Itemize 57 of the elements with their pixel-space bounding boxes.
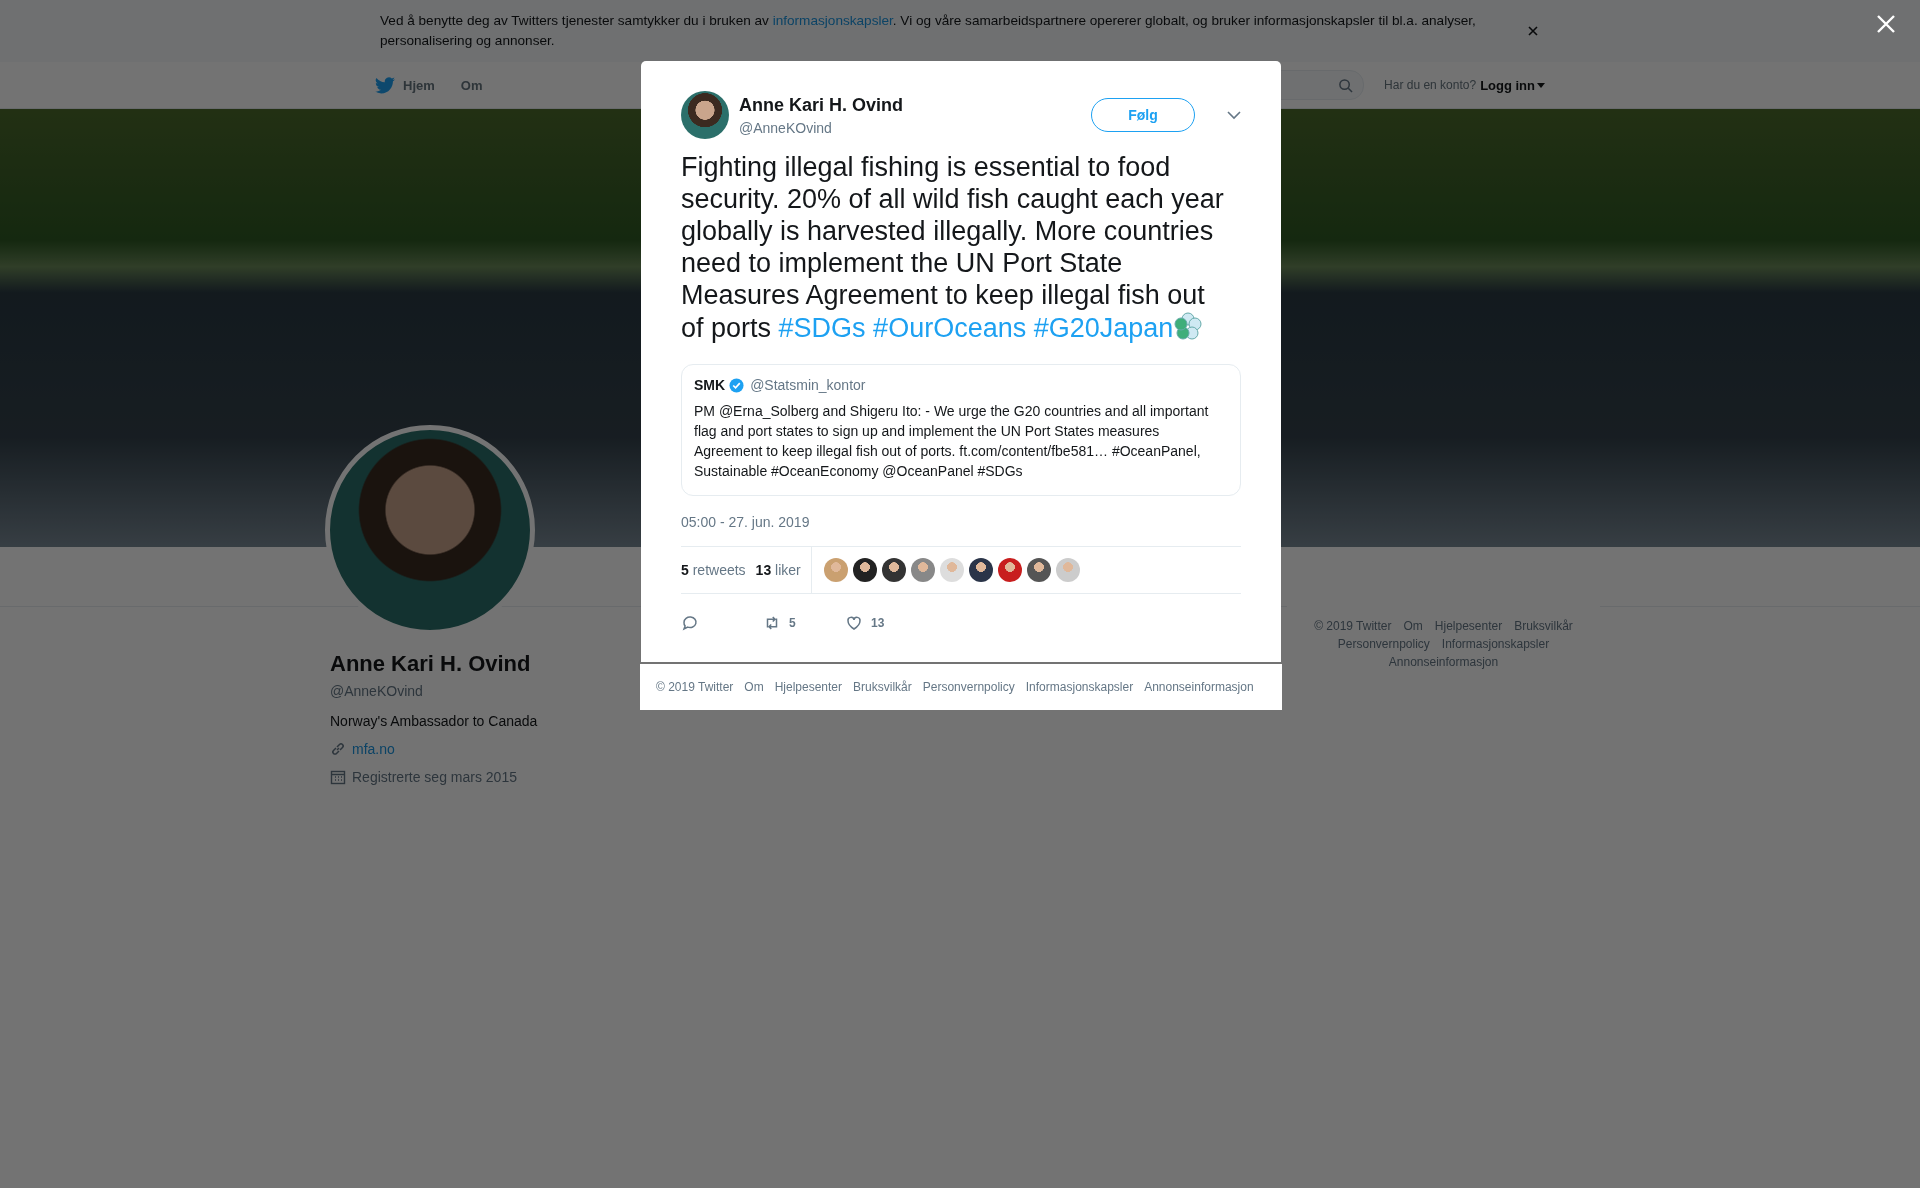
follow-button[interactable]: Følg xyxy=(1091,98,1195,132)
footer-link[interactable]: © 2019 Twitter xyxy=(656,680,734,694)
cookie-notice: Ved å benytte deg av Twitters tjenester samtykker du i bruken av informasjonskapsler. Vi og våre samarbeidspartnere opererer globalt, og bruker informasjonskapsler til bl.a. analyser, personalisering og annonser. xyxy=(380,12,1477,50)
author-name: Anne Kari H. Ovind xyxy=(739,94,905,116)
login-link[interactable]: Logg inn xyxy=(1480,77,1545,93)
hashtag-link[interactable]: #SDGs xyxy=(778,313,866,343)
footer-link[interactable]: Personvernpolicy xyxy=(1337,637,1430,651)
caret-icon[interactable] xyxy=(1227,110,1241,120)
quoted-author-name: SMK xyxy=(694,377,726,393)
website-link[interactable]: mfa.no xyxy=(352,741,395,757)
footer-link[interactable]: Bruksvilkår xyxy=(853,680,912,694)
author-handle: @AnneKOvind xyxy=(739,119,833,136)
hashtag-link[interactable]: #G20Japan xyxy=(1033,313,1174,343)
tweet-timestamp: 05:00 - 27. jun. 2019 xyxy=(681,514,811,530)
caret-icon xyxy=(1537,82,1545,88)
close-button[interactable] xyxy=(1526,24,1540,38)
footer-link[interactable]: Hjelpesenter xyxy=(774,680,843,694)
join-date: Registrerte seg mars 2015 xyxy=(352,769,517,785)
retweet-button[interactable]: 5 xyxy=(763,614,845,632)
footer-link[interactable]: Annonseinformasjon xyxy=(1388,655,1499,669)
bird-icon xyxy=(375,76,395,94)
footer-link[interactable]: Bruksvilkår xyxy=(1514,619,1573,633)
profile-name: Anne Kari H. Ovind xyxy=(330,651,532,677)
login-prompt: Har du en konto? xyxy=(1384,78,1477,92)
footer-link[interactable]: Om xyxy=(744,680,764,694)
avatar-placeholder[interactable] xyxy=(881,558,906,582)
flower-icon xyxy=(1173,311,1204,341)
quoted-text: PM @Erna_Solberg and Shigeru Ito: - We urge the G20 countries and all important flag and port states to sign up and implement the UN Port States measures Agreement to keep illegal fish out of ports. ft.com/content/fbe581… #OceanPanel, Sustainable #OceanEconomy @OceanPanel #SDGs xyxy=(694,402,1210,481)
footer-link[interactable]: Informasjonskapsler xyxy=(1025,680,1134,694)
footer-link[interactable]: Informasjonskapsler xyxy=(1441,637,1550,651)
footer-link[interactable]: Personvernpolicy xyxy=(922,680,1015,694)
link-icon xyxy=(330,741,346,757)
profile-handle: @AnneKOvind xyxy=(330,683,424,699)
footer-link[interactable]: © 2019 Twitter xyxy=(1314,619,1392,633)
search-icon xyxy=(1338,77,1354,93)
quoted-tweet[interactable] xyxy=(681,364,1241,496)
heart-icon xyxy=(845,614,863,632)
stat-link[interactable]: 5 retweets xyxy=(681,562,746,578)
cookie-link[interactable]: informasjonskapsler xyxy=(772,13,893,28)
avatar-placeholder xyxy=(681,91,729,139)
footer-link[interactable]: Annonseinformasjon xyxy=(1144,680,1254,694)
footer-link[interactable]: Om xyxy=(1403,619,1423,633)
stat-link[interactable]: 13 liker xyxy=(755,562,801,578)
hashtag-link[interactable]: #OurOceans xyxy=(873,313,1027,343)
nav-link[interactable]: Hjem xyxy=(375,76,435,94)
nav-link[interactable]: Om xyxy=(460,77,483,93)
reply-icon xyxy=(681,614,699,632)
tweet-text: Fighting illegal fishing is essential to food security. 20% of all wild fish caught each year globally is harvested illegally. More countries need to implement the UN Port State Measures Agreement to keep illegal fish out of ports #SDGs #OurOceans #G20Japan xyxy=(681,151,1225,344)
calendar-icon xyxy=(330,769,346,785)
avatar-placeholder[interactable] xyxy=(1026,558,1051,582)
avatar-placeholder[interactable] xyxy=(968,558,993,582)
like-button[interactable]: 13 xyxy=(845,614,927,632)
close-button[interactable] xyxy=(1876,14,1896,34)
profile-bio: Norway's Ambassador to Canada xyxy=(330,713,539,729)
footer-link[interactable]: Hjelpesenter xyxy=(1434,619,1503,633)
quoted-author-handle: @Statsmin_kontor xyxy=(750,377,866,393)
avatar-placeholder[interactable] xyxy=(852,558,877,582)
